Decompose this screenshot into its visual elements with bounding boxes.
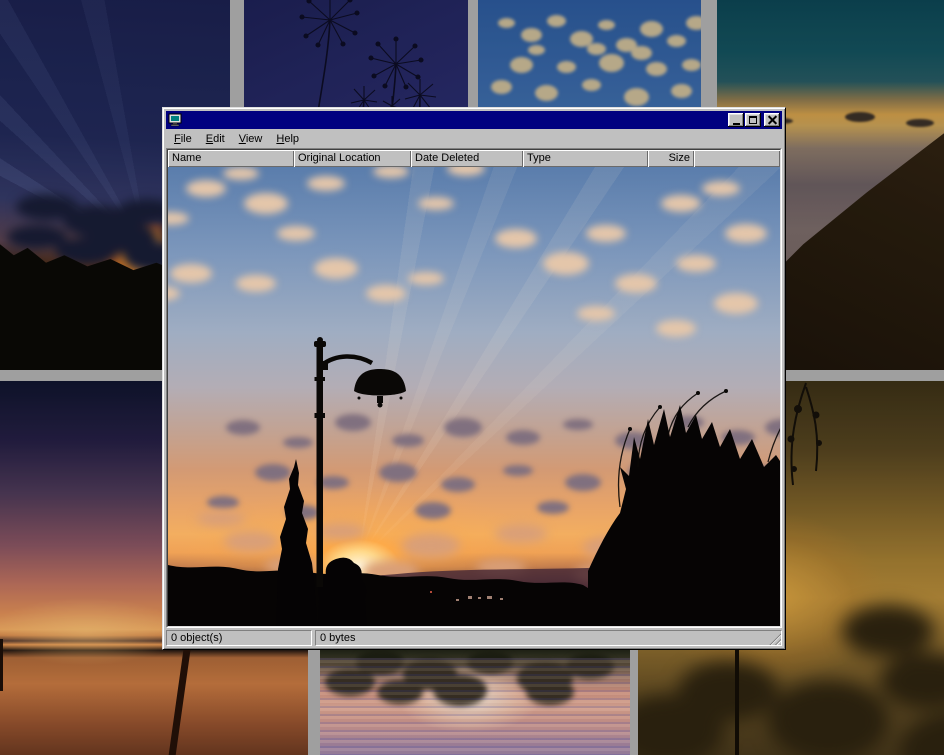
menu-edit[interactable]: Edit [199,131,232,147]
menu-bar: File Edit View Help [166,129,782,148]
recycle-bin-window: File Edit View Help Name Original Locati… [162,107,786,650]
column-header-name[interactable]: Name [168,150,294,167]
desktop: { "window": { "title": "", "menu": ["Fil… [0,0,944,755]
status-bar: 0 object(s) 0 bytes [166,630,782,646]
maximize-button[interactable] [745,113,761,127]
computer-window-icon [168,113,182,127]
close-button[interactable] [764,113,780,127]
column-header-date-deleted[interactable]: Date Deleted [411,150,523,167]
minimize-icon [733,123,740,125]
status-size: 0 bytes [315,630,782,646]
column-header-extra[interactable] [694,150,780,167]
status-object-count: 0 object(s) [166,630,312,646]
foreground-silhouettes [168,167,780,626]
column-header-row: Name Original Location Date Deleted Type… [168,150,780,167]
menu-view[interactable]: View [232,131,270,147]
column-header-original-location[interactable]: Original Location [294,150,411,167]
minimize-button[interactable] [728,113,744,127]
list-view-frame: Name Original Location Date Deleted Type… [166,148,782,628]
window-titlebar[interactable] [166,111,782,129]
file-list-viewport[interactable] [168,167,780,626]
close-icon [768,116,777,124]
column-header-size[interactable]: Size [648,150,694,167]
menu-help[interactable]: Help [269,131,306,147]
maximize-icon [749,116,757,124]
list-view: Name Original Location Date Deleted Type… [167,149,781,627]
column-header-type[interactable]: Type [523,150,648,167]
menu-file[interactable]: File [167,131,199,147]
